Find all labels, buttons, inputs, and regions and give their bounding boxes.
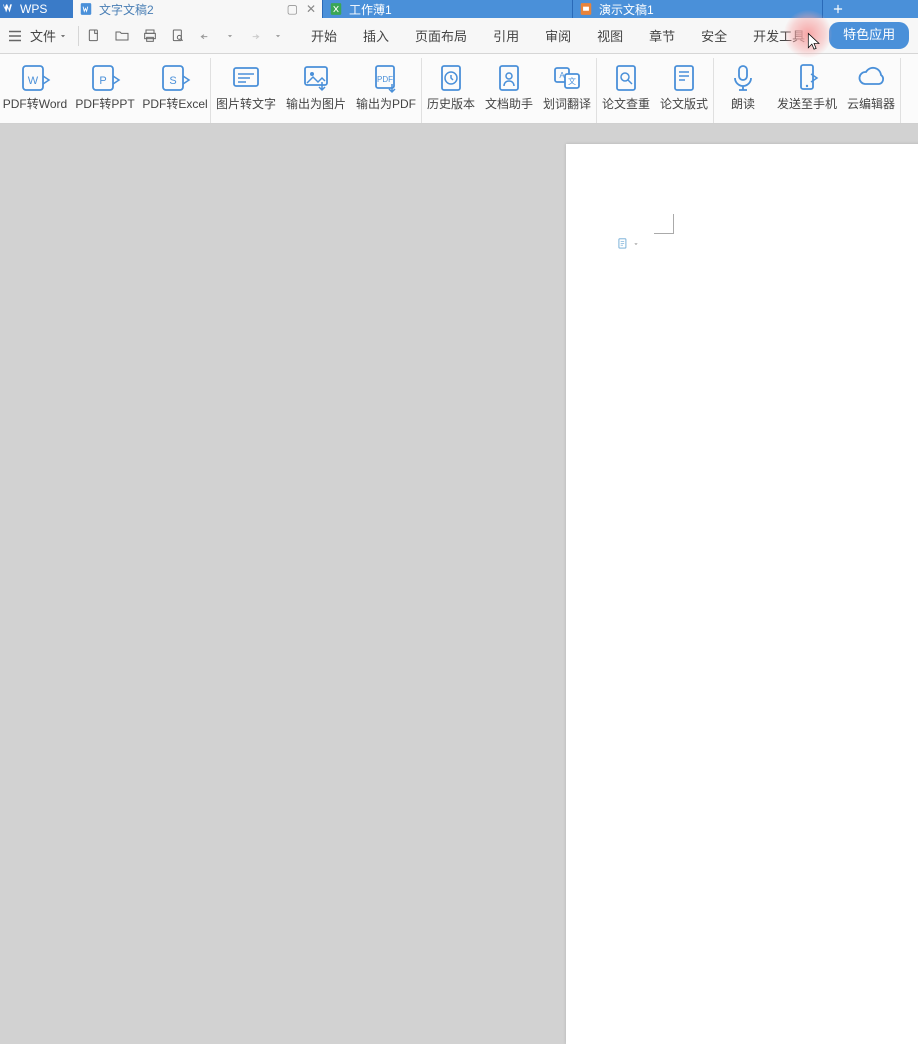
plus-icon (831, 2, 845, 16)
document-page[interactable] (566, 144, 918, 1044)
ribbon-toolbar: W PDF转Word P PDF转PPT S PDF转Excel 图片转文字 输… (0, 54, 918, 124)
wps-logo-icon (2, 2, 16, 16)
ribbon-tab-layout[interactable]: 页面布局 (413, 22, 469, 49)
document-workspace[interactable] (0, 124, 918, 762)
hamburger-icon[interactable] (6, 27, 24, 45)
tab-restore-icon[interactable]: ▢ (287, 2, 298, 16)
pdf-to-excel-button[interactable]: S PDF转Excel (140, 58, 210, 123)
export-image-icon (300, 62, 332, 94)
export-image-button[interactable]: 输出为图片 (281, 58, 351, 123)
svg-text:A: A (559, 71, 565, 80)
page-icon (616, 236, 630, 252)
qa-print[interactable] (141, 27, 159, 45)
page-options-button[interactable] (616, 236, 640, 252)
ribbon-tab-special[interactable]: 特色应用 (829, 22, 909, 49)
phone-icon (791, 62, 823, 94)
qa-new-doc[interactable] (85, 27, 103, 45)
pdf-ppt-icon: P (89, 62, 121, 94)
separator (78, 26, 79, 46)
svg-text:文: 文 (568, 76, 576, 86)
translate-button[interactable]: A文 划词翻译 (538, 58, 596, 123)
tab-close-icon[interactable]: ✕ (306, 2, 316, 16)
ribbon-tabs: 开始 插入 页面布局 引用 审阅 视图 章节 安全 开发工具 特色应用 (309, 22, 909, 49)
send-to-phone-button[interactable]: 发送至手机 (772, 58, 842, 123)
ribbon-group-convert: W PDF转Word P PDF转PPT S PDF转Excel (0, 58, 211, 123)
qa-open[interactable] (113, 27, 131, 45)
qa-redo[interactable] (245, 27, 263, 45)
ribbon-tab-security[interactable]: 安全 (699, 22, 729, 49)
history-button[interactable]: 历史版本 (422, 58, 480, 123)
ribbon-group-doc: 历史版本 文档助手 A文 划词翻译 (422, 58, 597, 123)
ribbon-tab-devtools[interactable]: 开发工具 (751, 22, 807, 49)
chevron-down-icon (632, 240, 640, 248)
app-badge: WPS (0, 0, 73, 18)
svg-text:W: W (28, 75, 39, 87)
svg-text:PDF: PDF (377, 75, 393, 84)
thesis-format-button[interactable]: 论文版式 (655, 58, 713, 123)
doc-assistant-button[interactable]: 文档助手 (480, 58, 538, 123)
chevron-down-icon (58, 31, 68, 41)
ribbon-tab-view[interactable]: 视图 (595, 22, 625, 49)
ribbon-tab-chapter[interactable]: 章节 (647, 22, 677, 49)
image-text-icon (230, 62, 262, 94)
sheet-doc-icon (329, 2, 343, 16)
svg-text:S: S (169, 75, 176, 87)
export-pdf-button[interactable]: PDF 输出为PDF (351, 58, 421, 123)
app-name: WPS (20, 2, 47, 16)
cloud-icon (855, 62, 887, 94)
chevron-down-icon[interactable] (225, 31, 235, 41)
doc-tab-1[interactable]: 工作薄1 (323, 0, 573, 18)
doc-tab-0[interactable]: 文字文稿2 ▢ ✕ (73, 0, 323, 18)
ribbon-group-image: 图片转文字 输出为图片 PDF 输出为PDF (211, 58, 422, 123)
word-doc-icon (79, 2, 93, 16)
ribbon-tab-insert[interactable]: 插入 (361, 22, 391, 49)
format-doc-icon (668, 62, 700, 94)
microphone-icon (727, 62, 759, 94)
slide-doc-icon (579, 2, 593, 16)
check-doc-icon (610, 62, 642, 94)
pdf-to-ppt-button[interactable]: P PDF转PPT (70, 58, 140, 123)
pdf-word-icon: W (19, 62, 51, 94)
ribbon-tab-review[interactable]: 审阅 (543, 22, 573, 49)
pdf-to-word-button[interactable]: W PDF转Word (0, 58, 70, 123)
new-tab-button[interactable] (823, 0, 853, 18)
page-margin-corner (654, 214, 674, 234)
ribbon-tab-reference[interactable]: 引用 (491, 22, 521, 49)
ribbon-group-share: 朗读 发送至手机 云编辑器 (714, 58, 901, 123)
qa-print-preview[interactable] (169, 27, 187, 45)
cloud-editor-button[interactable]: 云编辑器 (842, 58, 900, 123)
ribbon-tab-start[interactable]: 开始 (309, 22, 339, 49)
quick-access-toolbar (85, 27, 283, 45)
doc-tab-2[interactable]: 演示文稿1 (573, 0, 823, 18)
file-menu[interactable]: 文件 (30, 26, 68, 45)
ribbon-group-thesis: 论文查重 论文版式 (597, 58, 714, 123)
export-pdf-icon: PDF (370, 62, 402, 94)
plagiarism-check-button[interactable]: 论文查重 (597, 58, 655, 123)
read-aloud-button[interactable]: 朗读 (714, 58, 772, 123)
translate-icon: A文 (551, 62, 583, 94)
qa-undo[interactable] (197, 27, 215, 45)
chevron-down-icon[interactable] (273, 31, 283, 41)
ocr-button[interactable]: 图片转文字 (211, 58, 281, 123)
history-icon (435, 62, 467, 94)
pdf-excel-icon: S (159, 62, 191, 94)
menu-bar: 文件 开始 插入 页面布局 引用 审阅 视图 章节 安全 开发工具 特色应用 (0, 18, 918, 54)
title-tab-bar: WPS 文字文稿2 ▢ ✕ 工作薄1 演示文稿1 (0, 0, 918, 18)
svg-text:P: P (99, 75, 106, 87)
assistant-icon (493, 62, 525, 94)
